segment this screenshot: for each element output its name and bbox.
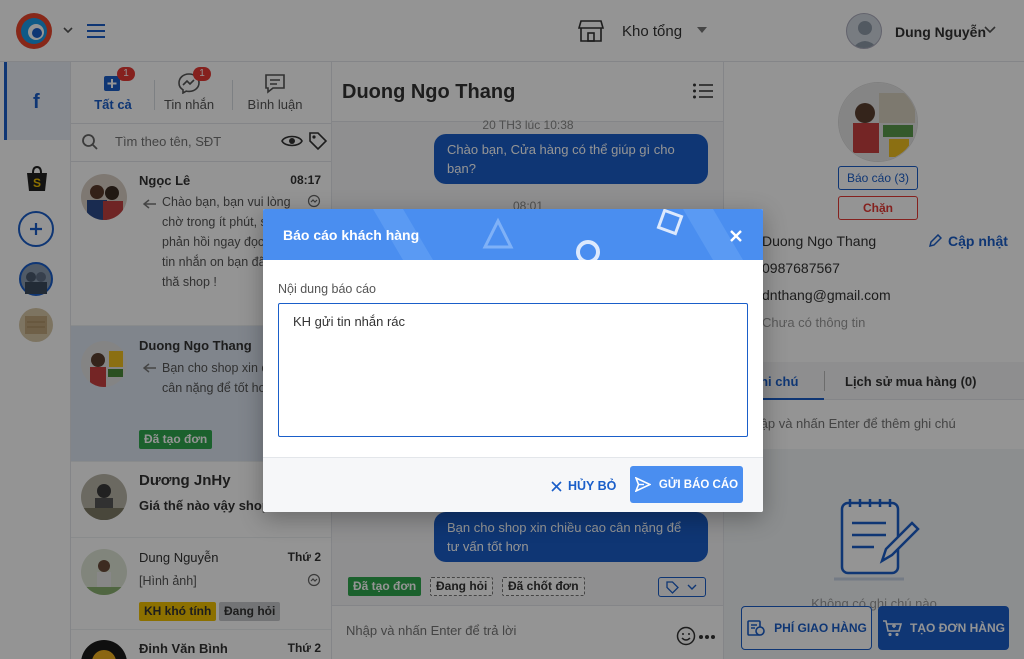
report-customer-dialog: Báo cáo khách hàng Nội dung báo cáo KH g… bbox=[263, 209, 763, 512]
submit-label: GỬI BÁO CÁO bbox=[658, 478, 739, 491]
submit-report-button[interactable]: GỬI BÁO CÁO bbox=[630, 466, 743, 503]
send-icon bbox=[634, 477, 651, 492]
close-icon[interactable] bbox=[729, 229, 743, 243]
report-content-label: Nội dung báo cáo bbox=[278, 282, 376, 296]
close-icon bbox=[551, 480, 562, 492]
dialog-title: Báo cáo khách hàng bbox=[283, 227, 420, 243]
report-content-field[interactable]: KH gửi tin nhắn rác bbox=[278, 303, 748, 437]
cancel-label: HỦY BỎ bbox=[568, 479, 617, 493]
dialog-header: Báo cáo khách hàng bbox=[263, 209, 763, 260]
cancel-button[interactable]: HỦY BỎ bbox=[551, 475, 616, 497]
